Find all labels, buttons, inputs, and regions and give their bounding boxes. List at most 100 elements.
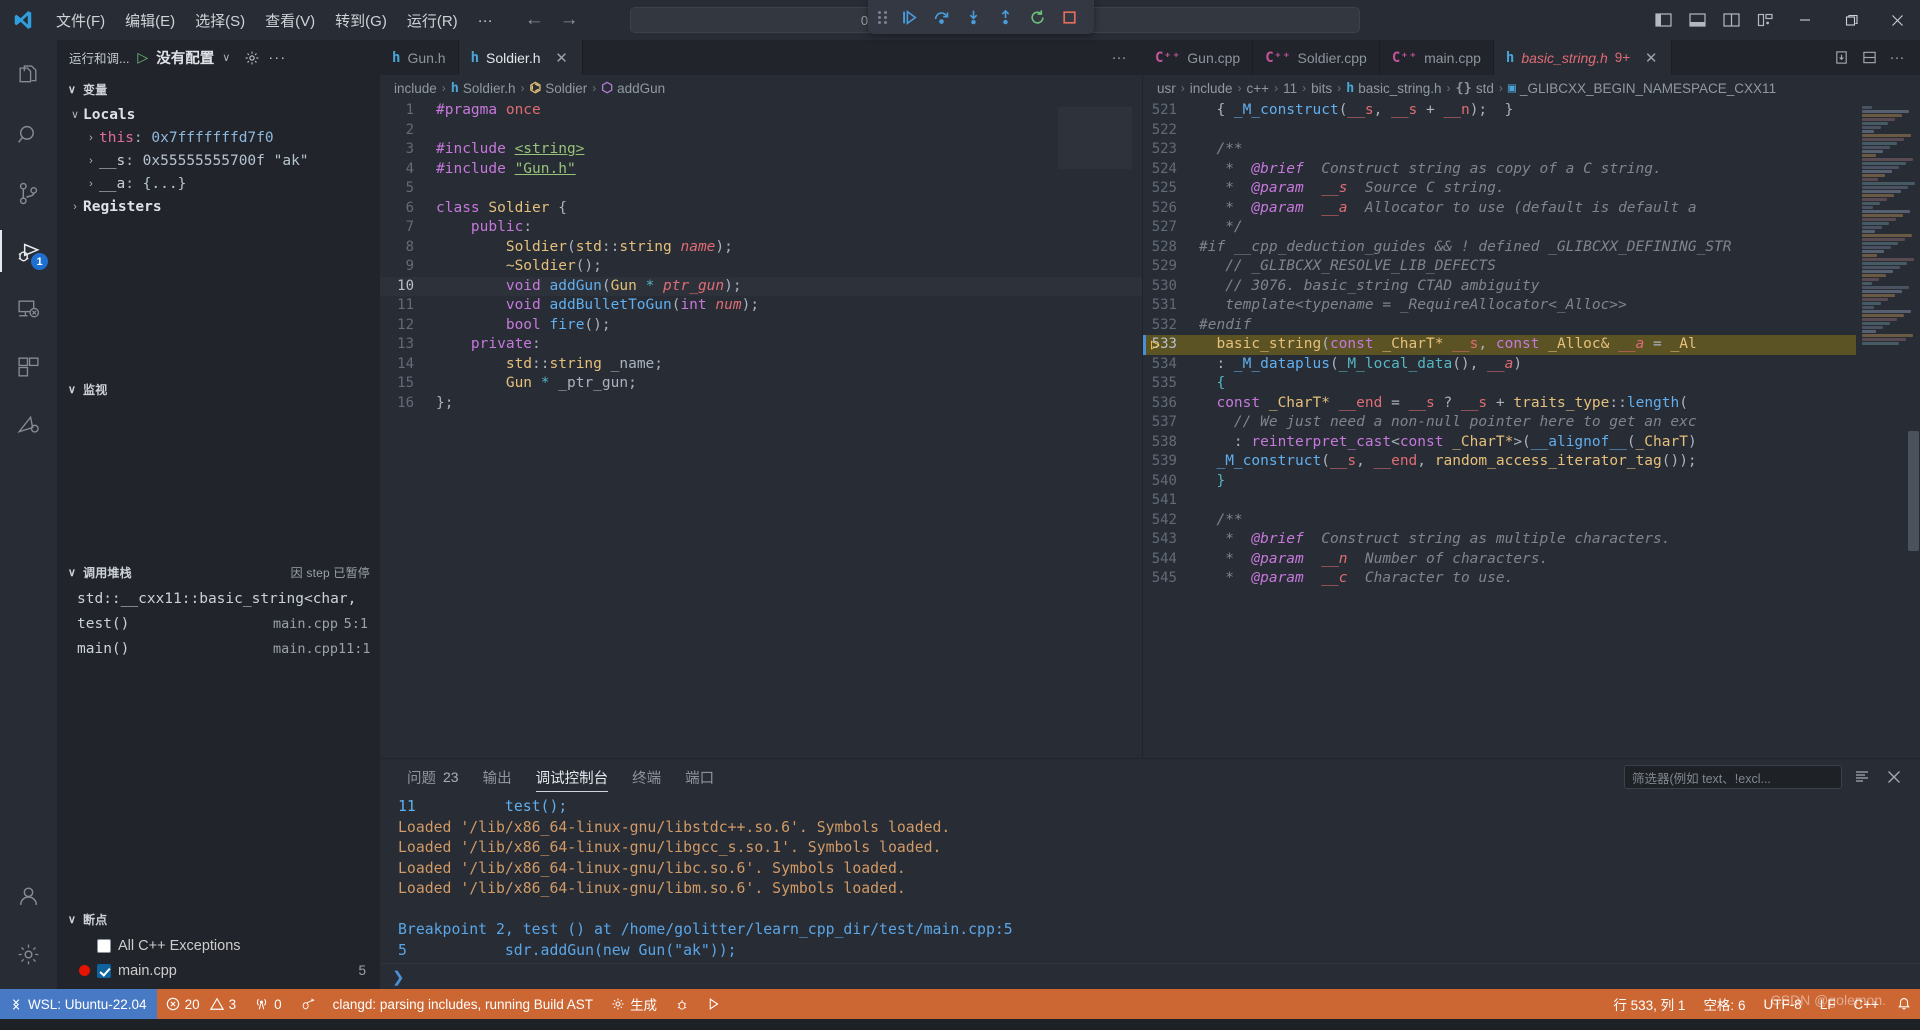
tab-soldier-h[interactable]: h Soldier.h ✕ <box>458 40 583 75</box>
toggle-secondary-sidebar-icon[interactable] <box>1714 0 1748 40</box>
status-remote[interactable]: WSL: Ubuntu-22.04 <box>0 989 157 1019</box>
step-over-button[interactable] <box>926 4 956 30</box>
breadcrumb-item[interactable]: ⬡ addGun <box>601 80 665 96</box>
status-run[interactable] <box>698 989 729 1019</box>
continue-button[interactable] <box>894 4 924 30</box>
chevron-down-icon[interactable]: ∨ <box>222 51 230 64</box>
breakpoint-row[interactable]: main.cpp 5 <box>57 958 380 983</box>
breadcrumb-item[interactable]: h Soldier.h <box>451 80 516 96</box>
settings-button[interactable] <box>0 925 57 983</box>
debug-config-dropdown[interactable]: 没有配置 <box>156 47 214 68</box>
debug-more-actions-icon[interactable]: ··· <box>268 49 286 66</box>
watch-pane-header[interactable]: ∨ 监视 <box>57 375 380 403</box>
breadcrumb-item[interactable]: bits <box>1311 81 1332 96</box>
restart-button[interactable] <box>1022 4 1052 30</box>
chevron-right-icon[interactable]: › <box>83 155 99 167</box>
ellipsis-icon[interactable]: ··· <box>1884 45 1910 71</box>
tab-main-cpp[interactable]: C⁺⁺ main.cpp <box>1379 40 1494 75</box>
breakpoint-row[interactable]: All C++ Exceptions <box>57 933 380 958</box>
breadcrumb-item[interactable]: ⌬ Soldier <box>529 80 587 96</box>
breakpoints-pane-header[interactable]: ∨ 断点 <box>57 905 380 933</box>
close-icon[interactable]: ✕ <box>1643 49 1659 67</box>
close-icon[interactable]: ✕ <box>554 49 570 67</box>
drag-handle-icon[interactable] <box>878 10 887 24</box>
menu-file[interactable]: 文件(F) <box>46 7 115 34</box>
watch-pane-body[interactable] <box>57 403 380 558</box>
sidebar-item-source-control[interactable] <box>0 164 57 222</box>
tab-debug-console[interactable]: 调试控制台 <box>525 759 620 795</box>
window-maximize-button[interactable] <box>1828 0 1874 40</box>
scrollbar-thumb[interactable] <box>1908 431 1919 551</box>
callstack-pane-header[interactable]: ∨ 调用堆栈 因 step 已暂停 <box>57 558 380 586</box>
menu-run[interactable]: 运行(R) <box>397 7 468 34</box>
sidebar-item-testing[interactable] <box>0 396 57 454</box>
console-filter-input[interactable]: 筛选器(例如 text、!excl... <box>1624 765 1842 789</box>
sidebar-item-remote-explorer[interactable] <box>0 280 57 338</box>
menu-selection[interactable]: 选择(S) <box>185 7 255 34</box>
status-clangd[interactable]: clangd: parsing includes, running Build … <box>324 989 602 1019</box>
sidebar-item-run-and-debug[interactable]: 1 <box>0 222 57 280</box>
clear-console-icon[interactable] <box>1850 765 1874 789</box>
tab-output[interactable]: 输出 <box>472 759 523 795</box>
status-debug-bug[interactable] <box>666 989 698 1019</box>
sidebar-item-extensions[interactable] <box>0 338 57 396</box>
status-build[interactable]: 生成 <box>602 989 666 1019</box>
chevron-right-icon[interactable]: › <box>83 178 99 190</box>
tab-soldier-cpp[interactable]: C⁺⁺ Soldier.cpp <box>1253 40 1380 75</box>
editor-scrollbar[interactable] <box>1906 101 1920 758</box>
status-eol[interactable]: LF <box>1811 989 1845 1019</box>
window-close-button[interactable] <box>1874 0 1920 40</box>
status-encoding[interactable]: UTF-8 <box>1754 989 1810 1019</box>
tab-gun-h[interactable]: h Gun.h <box>380 40 459 75</box>
breadcrumb-item[interactable]: ▣ _GLIBCXX_BEGIN_NAMESPACE_CXX11 <box>1508 80 1776 96</box>
callstack-frame[interactable]: main() main.cpp 11:1 <box>57 636 380 661</box>
breadcrumb-item[interactable]: c++ <box>1247 81 1270 96</box>
variable-row[interactable]: › this: 0x7fffffffd7f0 <box>57 126 380 149</box>
breadcrumb-item[interactable]: {} std <box>1456 80 1494 96</box>
split-editor-down-icon[interactable] <box>1856 45 1882 71</box>
status-line-col[interactable]: 行 533, 列 1 <box>1604 989 1694 1019</box>
variable-row[interactable]: › __s: 0x55555555700f "ak" <box>57 149 380 172</box>
toggle-primary-sidebar-icon[interactable] <box>1646 0 1680 40</box>
status-problems[interactable]: 20 3 <box>157 989 246 1019</box>
breadcrumb-item[interactable]: include <box>1190 81 1233 96</box>
breadcrumb-item[interactable]: 11 <box>1283 81 1297 96</box>
status-radio-tower[interactable]: 0 <box>245 989 291 1019</box>
debug-console-output[interactable]: 11 test(); Loaded '/lib/x86_64-linux-gnu/… <box>380 795 1920 963</box>
breadcrumb-item[interactable]: h basic_string.h <box>1346 80 1441 96</box>
step-into-button[interactable] <box>958 4 988 30</box>
menu-edit[interactable]: 编辑(E) <box>115 7 185 34</box>
menu-go[interactable]: 转到(G) <box>325 7 397 34</box>
stop-button[interactable] <box>1054 4 1084 30</box>
status-notifications[interactable] <box>1888 989 1920 1019</box>
tab-problems[interactable]: 问题 23 <box>396 759 470 795</box>
tab-basic-string-h[interactable]: h basic_string.h 9+ ✕ <box>1493 40 1673 75</box>
step-out-button[interactable] <box>990 4 1020 30</box>
customize-layout-icon[interactable] <box>1748 0 1782 40</box>
debug-settings-gear-icon[interactable] <box>244 50 260 66</box>
status-indentation[interactable]: 空格: 6 <box>1694 989 1754 1019</box>
sidebar-item-search[interactable] <box>0 106 57 164</box>
code-editor-right[interactable]: 521 { _M_construct(__s, __s + __n); } 522… <box>1143 101 1920 758</box>
nav-forward-icon[interactable]: → <box>560 9 579 31</box>
variable-row[interactable]: › __a: {...} <box>57 172 380 195</box>
scope-registers[interactable]: › Registers <box>57 195 380 218</box>
code-editor-left[interactable]: 1 #pragma once 2 3 #include <string> 4 #includ… <box>380 101 1142 758</box>
tab-ports[interactable]: 端口 <box>674 759 725 795</box>
callstack-frame[interactable]: test() main.cpp 5:1 <box>57 611 380 636</box>
debug-console-input-row[interactable]: ❯ <box>380 963 1920 989</box>
callstack-frame[interactable]: std::__cxx11::basic_string<char, <box>57 586 380 611</box>
sidebar-item-explorer[interactable] <box>0 48 57 106</box>
accounts-button[interactable] <box>0 867 57 925</box>
breadcrumb-item[interactable]: usr <box>1157 81 1176 96</box>
minimap-left[interactable] <box>1058 107 1132 169</box>
breadcrumb-item[interactable]: include <box>394 81 437 96</box>
window-minimize-button[interactable] <box>1782 0 1828 40</box>
status-language-mode[interactable]: C++ <box>1844 989 1888 1019</box>
start-debugging-button[interactable]: ▷ <box>137 49 148 66</box>
menu-more[interactable]: ··· <box>468 9 503 32</box>
variables-pane-header[interactable]: ∨ 变量 <box>57 75 380 103</box>
ellipsis-icon[interactable]: ··· <box>1106 45 1132 71</box>
chevron-right-icon[interactable]: › <box>83 132 99 144</box>
close-panel-icon[interactable] <box>1882 765 1906 789</box>
